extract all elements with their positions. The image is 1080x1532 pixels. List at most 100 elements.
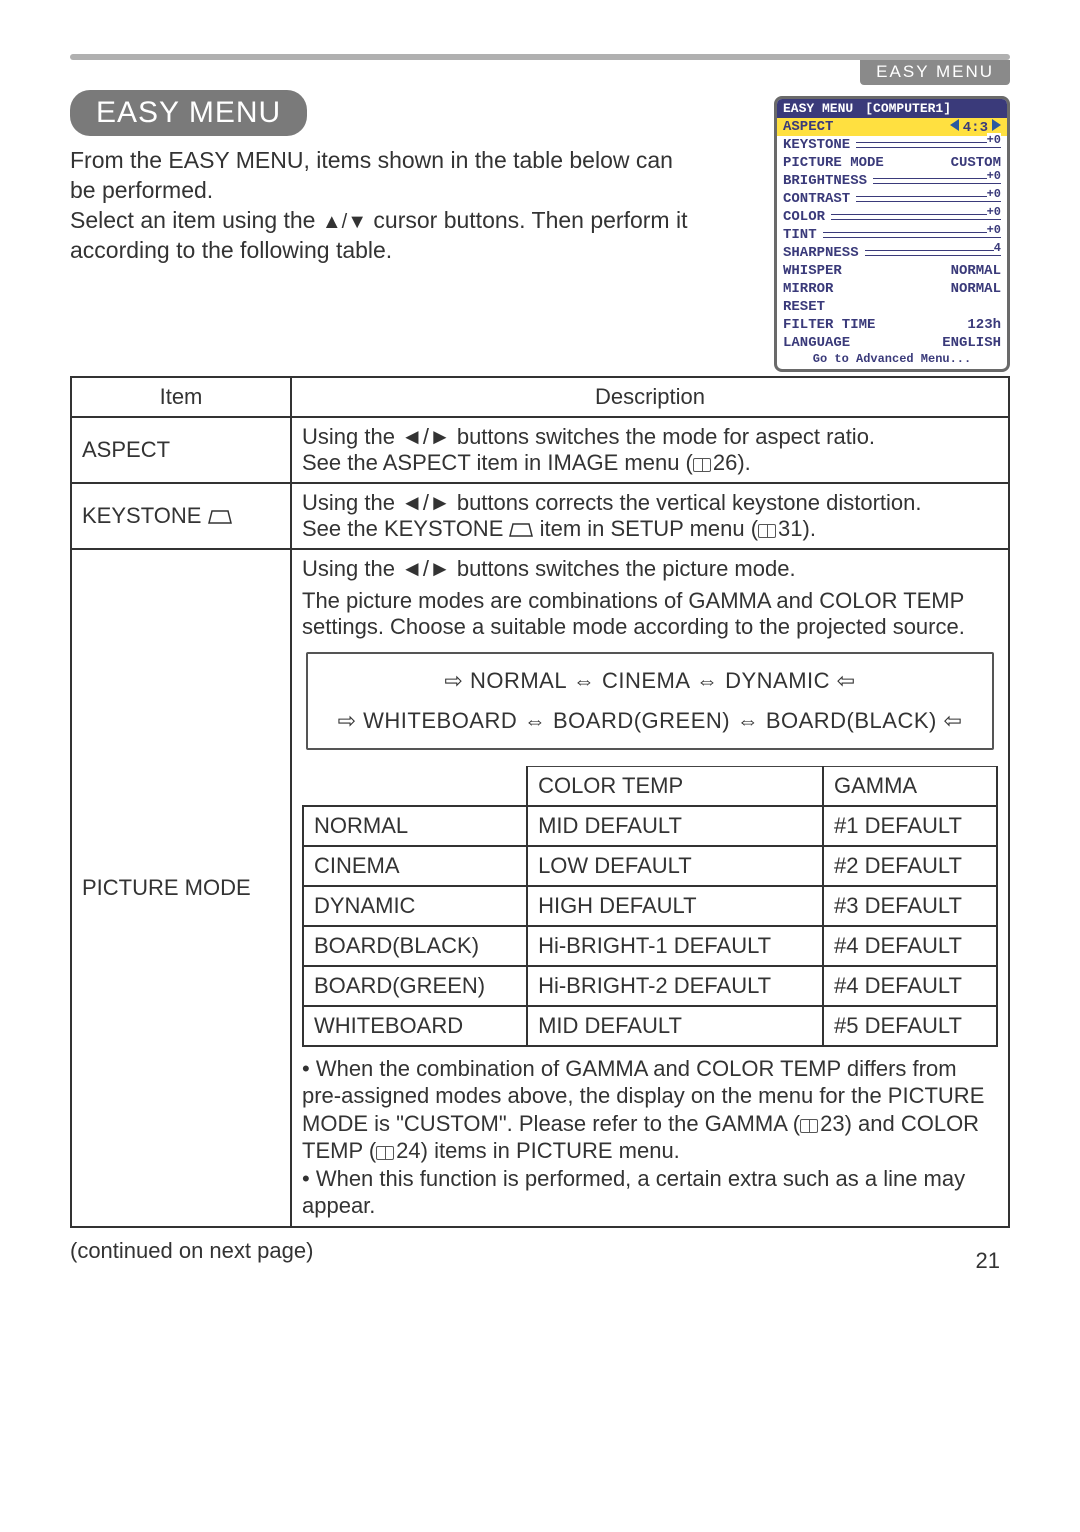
- osd-header-right: [COMPUTER1]: [859, 99, 957, 118]
- osd-row: TINT +0: [777, 226, 1007, 244]
- osd-value: NORMAL: [842, 263, 1001, 279]
- intro-line1: From the EASY MENU, items shown in the t…: [70, 147, 673, 203]
- picture-p1: Using the ◄/► buttons switches the pictu…: [302, 556, 998, 582]
- row-aspect-item: ASPECT: [71, 417, 291, 483]
- osd-label: FILTER TIME: [783, 317, 875, 333]
- book-icon: [758, 524, 776, 538]
- osd-row: FILTER TIME123h: [777, 316, 1007, 334]
- osd-label: LANGUAGE: [783, 335, 850, 351]
- book-icon: [376, 1146, 394, 1160]
- th-item: Item: [71, 377, 291, 417]
- keystone-d2c: 31).: [778, 516, 816, 541]
- inner-td: CINEMA: [303, 846, 527, 886]
- inner-td: #3 DEFAULT: [823, 886, 997, 926]
- keystone-d2b: item in SETUP menu (: [533, 516, 758, 541]
- inner-td: #5 DEFAULT: [823, 1006, 997, 1046]
- osd-label: COLOR: [783, 209, 825, 225]
- cycle-box: ⇨ NORMAL ⇔ CINEMA ⇔ DYNAMIC ⇦ ⇨ WHITEBOA…: [306, 652, 994, 750]
- inner-table: COLOR TEMPGAMMANORMALMID DEFAULT#1 DEFAU…: [302, 766, 998, 1047]
- osd-slider: +0: [856, 196, 1001, 202]
- up-down-icon: ▲/▼: [322, 211, 367, 233]
- aspect-d2a: See the ASPECT item in IMAGE menu (: [302, 450, 693, 475]
- intro-text: From the EASY MENU, items shown in the t…: [70, 146, 690, 266]
- keystone-icon: [509, 522, 533, 538]
- keystone-d2a: See the KEYSTONE: [302, 516, 509, 541]
- picture-note2: • When this function is performed, a cer…: [302, 1165, 998, 1220]
- osd-label: TINT: [783, 227, 817, 243]
- inner-td: MID DEFAULT: [527, 1006, 823, 1046]
- inner-td: Hi-BRIGHT-1 DEFAULT: [527, 926, 823, 966]
- inner-td: #1 DEFAULT: [823, 806, 997, 846]
- inner-td: Hi-BRIGHT-2 DEFAULT: [527, 966, 823, 1006]
- inner-td: #2 DEFAULT: [823, 846, 997, 886]
- cycle-line1: ⇨ NORMAL ⇔ CINEMA ⇔ DYNAMIC ⇦: [316, 668, 984, 694]
- osd-slider: +0: [856, 142, 1001, 148]
- osd-label: WHISPER: [783, 263, 842, 279]
- osd-row: RESET: [777, 298, 1007, 316]
- osd-label: CONTRAST: [783, 191, 850, 207]
- inner-th: [303, 766, 527, 806]
- osd-value: CUSTOM: [884, 155, 1001, 171]
- section-title: EASY MENU: [70, 90, 307, 136]
- osd-label: BRIGHTNESS: [783, 173, 867, 189]
- continued: (continued on next page): [70, 1238, 1010, 1264]
- inner-td: WHITEBOARD: [303, 1006, 527, 1046]
- keystone-d1: Using the ◄/► buttons corrects the verti…: [302, 490, 922, 515]
- row-keystone-item: KEYSTONE: [71, 483, 291, 549]
- inner-td: LOW DEFAULT: [527, 846, 823, 886]
- row-picture-item: PICTURE MODE: [71, 549, 291, 1227]
- inner-td: #4 DEFAULT: [823, 966, 997, 1006]
- osd-row: ASPECT4:3: [777, 118, 1007, 136]
- row-picture-desc: Using the ◄/► buttons switches the pictu…: [291, 549, 1009, 1227]
- inner-td: HIGH DEFAULT: [527, 886, 823, 926]
- inner-td: BOARD(GREEN): [303, 966, 527, 1006]
- osd-header: EASY MENU [COMPUTER1]: [777, 99, 1007, 118]
- osd-label: KEYSTONE: [783, 137, 850, 153]
- osd-label: ASPECT: [783, 119, 833, 135]
- osd-row: CONTRAST +0: [777, 190, 1007, 208]
- osd-slider: +0: [823, 232, 1001, 238]
- osd-value: ENGLISH: [850, 335, 1001, 351]
- keystone-label: KEYSTONE: [82, 503, 208, 528]
- osd-row: PICTURE MODECUSTOM: [777, 154, 1007, 172]
- page-number: 21: [976, 1248, 1000, 1274]
- inner-td: #4 DEFAULT: [823, 926, 997, 966]
- osd-row: SHARPNESS 4: [777, 244, 1007, 262]
- aspect-d1: Using the ◄/► buttons switches the mode …: [302, 424, 875, 449]
- inner-td: NORMAL: [303, 806, 527, 846]
- book-icon: [693, 458, 711, 472]
- book-icon: [800, 1119, 818, 1133]
- osd-value: 4:3: [833, 119, 1001, 136]
- inner-td: MID DEFAULT: [527, 806, 823, 846]
- intro-line2a: Select an item using the: [70, 207, 322, 233]
- osd-slider: +0: [831, 214, 1001, 220]
- osd-row: KEYSTONE +0: [777, 136, 1007, 154]
- osd-goto: Go to Advanced Menu...: [777, 352, 1007, 369]
- osd-label: MIRROR: [783, 281, 833, 297]
- inner-th: COLOR TEMP: [527, 766, 823, 806]
- row-keystone-desc: Using the ◄/► buttons corrects the verti…: [291, 483, 1009, 549]
- osd-row: BRIGHTNESS +0: [777, 172, 1007, 190]
- osd-slider: 4: [865, 250, 1001, 256]
- osd-slider: +0: [873, 178, 1001, 184]
- main-table: Item Description ASPECT Using the ◄/► bu…: [70, 376, 1010, 1228]
- osd-header-left: EASY MENU: [777, 99, 859, 118]
- cycle-line2: ⇨ WHITEBOARD ⇔ BOARD(GREEN) ⇔ BOARD(BLAC…: [316, 708, 984, 734]
- osd-value: NORMAL: [833, 281, 1001, 297]
- th-desc: Description: [291, 377, 1009, 417]
- osd-row: LANGUAGEENGLISH: [777, 334, 1007, 352]
- keystone-icon: [208, 509, 232, 525]
- osd-label: PICTURE MODE: [783, 155, 884, 171]
- inner-td: BOARD(BLACK): [303, 926, 527, 966]
- osd-preview: EASY MENU [COMPUTER1] ASPECT4:3KEYSTONE +…: [774, 96, 1010, 372]
- picture-note1: • When the combination of GAMMA and COLO…: [302, 1055, 998, 1165]
- osd-row: MIRRORNORMAL: [777, 280, 1007, 298]
- osd-value: 123h: [875, 317, 1001, 333]
- inner-th: GAMMA: [823, 766, 997, 806]
- osd-row: COLOR +0: [777, 208, 1007, 226]
- aspect-d2b: 26).: [713, 450, 751, 475]
- osd-label: RESET: [783, 299, 825, 315]
- picture-p2: The picture modes are combinations of GA…: [302, 588, 998, 640]
- osd-label: SHARPNESS: [783, 245, 859, 261]
- header-tab: EASY MENU: [860, 60, 1010, 85]
